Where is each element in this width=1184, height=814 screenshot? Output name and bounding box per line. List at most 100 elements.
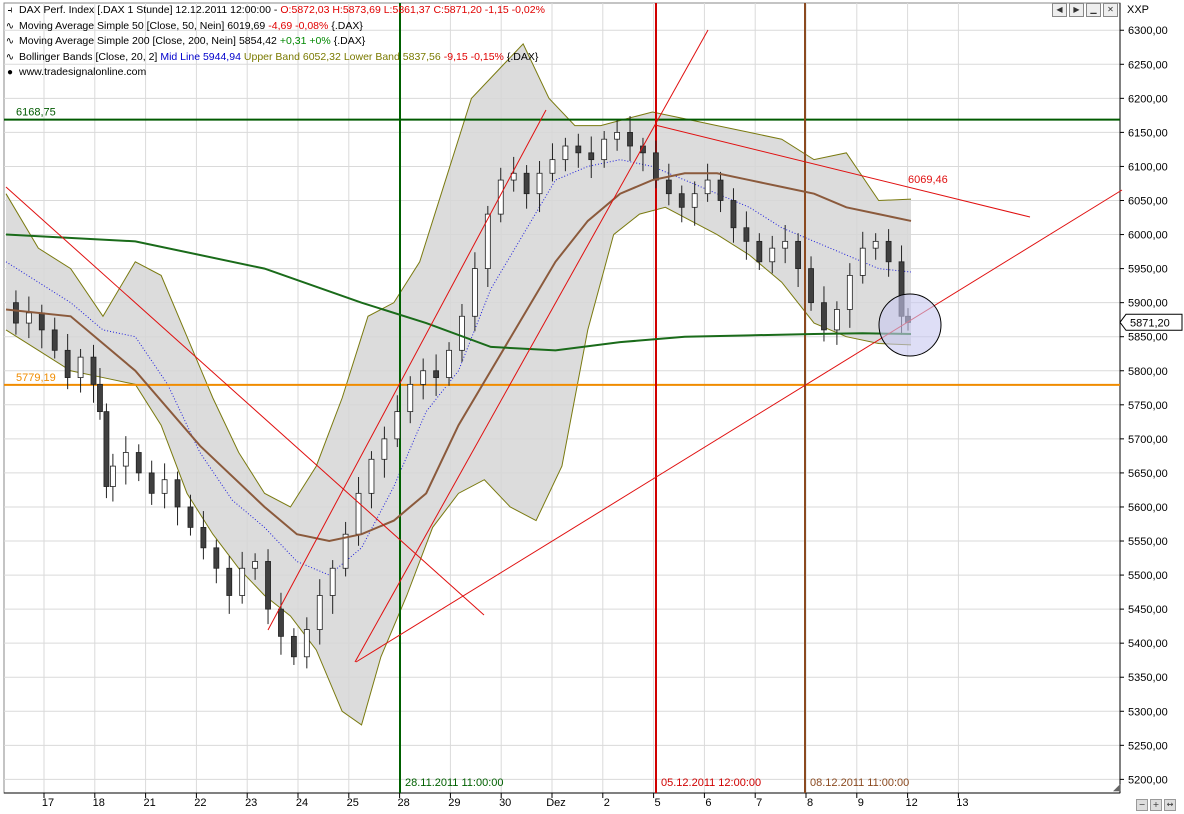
x-tick-label: 6 [705,797,711,809]
candle-body [382,439,387,459]
candle-body [91,357,96,384]
y-tick-label: 5900,00 [1128,298,1168,310]
legend-ma50-row[interactable]: ∿ Moving Average Simple 50 [Close, 50, N… [4,19,545,35]
bb-suffix: {.DAX} [507,50,539,66]
candle-body [860,248,865,275]
candle-body [149,473,154,493]
bb-label: Bollinger Bands [Close, 20, 2] [19,50,157,66]
xxp-label: XXP [1127,4,1149,16]
bb-mid: Mid Line 5944,94 [160,50,241,66]
ma200-change: +0,31 +0% [280,34,331,50]
candle-body [602,139,607,159]
candle-body [472,269,477,317]
candle-body [576,146,581,153]
line-icon: ∿ [4,19,16,35]
x-tick-label: 7 [756,797,762,809]
x-tick-label: 9 [858,797,864,809]
candle-body [679,194,684,208]
candle-body [201,527,206,547]
candle-body [395,412,400,439]
resize-grip-icon[interactable]: ◢ [1113,782,1121,793]
candle-body [744,228,749,242]
ohl-values: O:5872,03 H:5873,69 L:5861,37 [280,3,430,19]
fit-icon[interactable]: ↔ [1164,799,1176,811]
candle-body [692,194,697,208]
ma200-value: 5854,42 [239,34,277,50]
chart-window: 5200,005250,005300,005350,005400,005450,… [0,0,1184,814]
candle-body [104,412,109,487]
horizontal-level-label: 6168,75 [16,107,56,119]
close-icon[interactable]: ✕ [1103,3,1118,17]
candle-body [304,630,309,657]
x-tick-label: 17 [42,797,54,809]
candle-body [459,316,464,350]
candle-body [615,132,620,139]
candle-body [26,313,31,323]
candle-body [214,548,219,568]
scroll-left-icon[interactable]: ◀ [1052,3,1067,17]
candle-body [136,452,141,472]
candle-body [240,568,245,595]
scroll-right-icon[interactable]: ▶ [1069,3,1084,17]
bullet-icon: ● [4,65,16,81]
candle-icon: ⫞ [4,3,16,19]
candle-body [39,313,44,330]
y-tick-label: 5500,00 [1128,570,1168,582]
candle-body [356,493,361,534]
candle-body [873,241,878,248]
x-tick-label: 5 [655,797,661,809]
y-tick-label: 6050,00 [1128,196,1168,208]
candle-body [550,160,555,174]
y-tick-label: 5550,00 [1128,536,1168,548]
y-tick-label: 5450,00 [1128,604,1168,616]
candle-body [537,173,542,193]
candle-body [757,241,762,261]
candle-body [718,180,723,200]
candle-body [834,309,839,329]
candle-body [434,371,439,378]
last-price-label: 5871,20 [1130,317,1170,329]
vertical-marker-label: 05.12.2011 12:00:00 [661,777,761,789]
highlight-circle [879,294,941,356]
y-tick-label: 5400,00 [1128,638,1168,650]
candle-body [886,241,891,261]
bb-lower: Lower Band 5837,56 [344,50,441,66]
price-chart[interactable]: 5200,005250,005300,005350,005400,005450,… [0,0,1184,814]
x-tick-label: 8 [807,797,813,809]
legend-ma200-row[interactable]: ∿ Moving Average Simple 200 [Close, 200,… [4,34,545,50]
candle-body [65,350,70,377]
horizontal-level-label: 5779,19 [16,372,56,384]
y-tick-label: 5600,00 [1128,502,1168,514]
x-tick-label: 2 [604,797,610,809]
candle-body [447,350,452,377]
legend-bb-row[interactable]: ∿ Bollinger Bands [Close, 20, 2] Mid Lin… [4,50,545,66]
instrument-title: DAX Perf. Index [.DAX 1 Stunde] 12.12.20… [19,3,277,19]
x-tick-label: Dez [546,797,566,809]
y-tick-label: 6100,00 [1128,161,1168,173]
bb-change: -9,15 -0,15% [444,50,504,66]
vertical-marker-label: 28.11.2011 11:00:00 [405,777,503,789]
minimize-icon[interactable]: ▁ [1086,3,1101,17]
ma200-label: Moving Average Simple 200 [Close, 200, N… [19,34,236,50]
candle-body [628,132,633,146]
candle-body [266,561,271,609]
window-controls: ◀ ▶ ▁ ✕ [1052,3,1118,17]
close-change: C:5871,20 -1,15 -0,02% [433,3,545,19]
candle-body [317,596,322,630]
x-tick-label: 28 [397,797,409,809]
y-tick-label: 5800,00 [1128,366,1168,378]
zoom-out-icon[interactable]: − [1136,799,1148,811]
x-tick-label: 23 [245,797,257,809]
zoom-in-icon[interactable]: + [1150,799,1162,811]
candle-body [162,480,167,494]
ma50-suffix: {.DAX} [331,19,363,35]
candle-body [13,303,18,323]
candle-body [175,480,180,507]
x-tick-label: 12 [905,797,917,809]
candle-body [666,180,671,194]
x-tick-label: 18 [93,797,105,809]
candle-body [408,384,413,411]
candle-body [821,303,826,330]
y-tick-label: 5950,00 [1128,264,1168,276]
candle-body [796,241,801,268]
